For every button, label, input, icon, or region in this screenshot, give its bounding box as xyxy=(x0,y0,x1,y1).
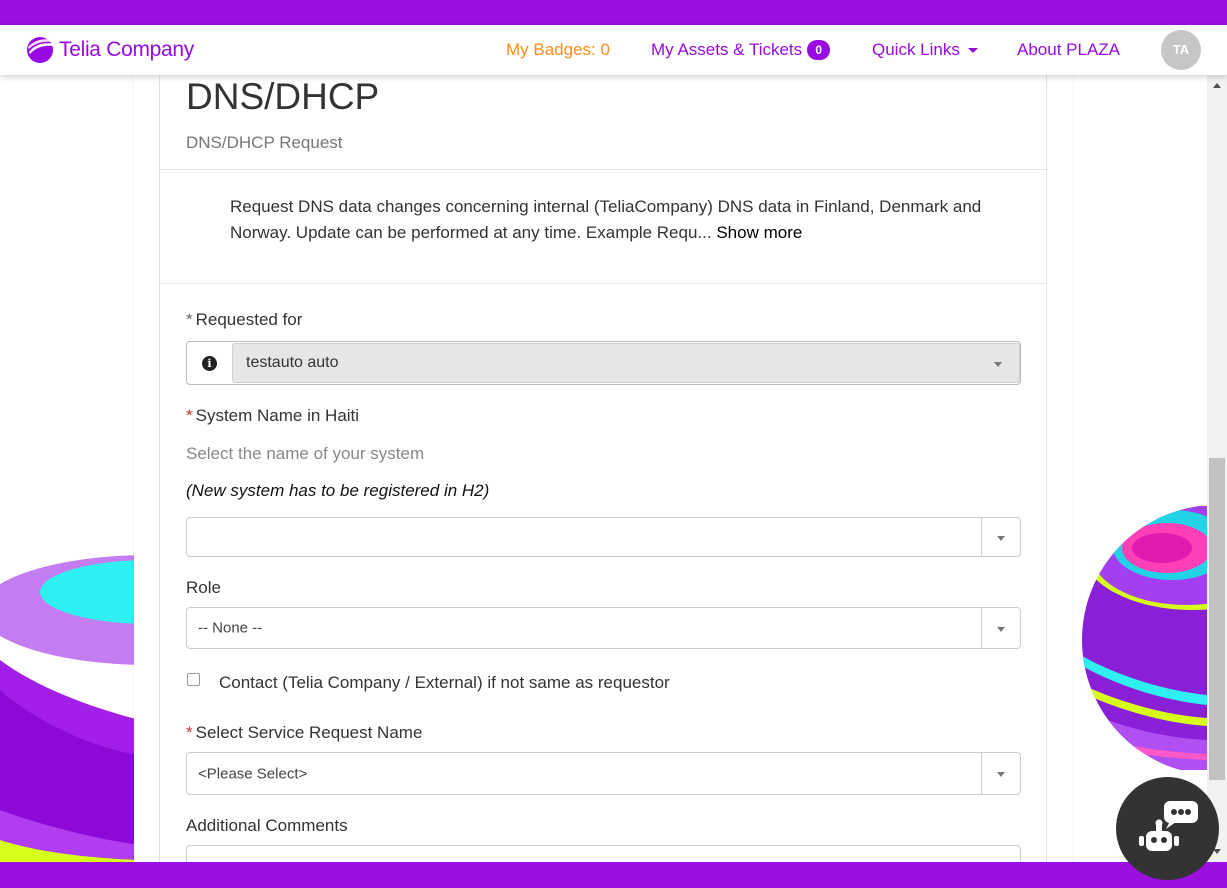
info-circle-icon: i xyxy=(202,355,217,371)
decorative-swirl-left xyxy=(0,540,140,862)
service-request-label: * Select Service Request Name xyxy=(186,723,422,743)
requested-for-value: testauto auto xyxy=(246,354,339,371)
nav-about-label: About PLAZA xyxy=(1017,40,1121,59)
show-more-link[interactable]: Show more xyxy=(716,223,802,242)
brand-name: Telia Company xyxy=(59,38,194,61)
telia-pebble-icon xyxy=(27,37,53,63)
role-select[interactable]: -- None -- xyxy=(186,607,1021,649)
page-subtitle: DNS/DHCP Request xyxy=(186,133,343,152)
triangle-down-icon xyxy=(994,362,1002,367)
user-avatar[interactable]: TA xyxy=(1161,30,1201,70)
system-name-label: * System Name in Haiti xyxy=(186,406,359,426)
bottom-accent-bar xyxy=(0,862,1227,888)
main-content: DNS/DHCP DNS/DHCP Request Request DNS da… xyxy=(134,75,1072,875)
additional-comments-label: Additional Comments xyxy=(186,816,348,835)
nav-about-plaza[interactable]: About PLAZA xyxy=(1017,25,1120,75)
service-request-value: <Please Select> xyxy=(198,765,308,782)
description: Request DNS data changes concerning inte… xyxy=(230,194,990,246)
divider xyxy=(160,283,1046,284)
role-value: -- None -- xyxy=(198,619,263,637)
requested-for-field: i testauto auto xyxy=(186,341,1021,385)
scroll-thumb[interactable] xyxy=(1209,458,1225,780)
system-name-help: Select the name of your system xyxy=(186,444,425,463)
triangle-down-icon xyxy=(997,772,1005,777)
decorative-ball-right xyxy=(1082,505,1207,770)
nav-quick-links[interactable]: Quick Links xyxy=(872,25,978,75)
mandatory-marker: * xyxy=(186,310,193,329)
service-request-label-text: Select Service Request Name xyxy=(195,723,423,742)
system-name-label-text: System Name in Haiti xyxy=(195,406,360,425)
scroll-up-arrow-icon[interactable] xyxy=(1213,83,1221,88)
system-name-note: (New system has to be registered in H2) xyxy=(186,481,490,500)
description-text: Request DNS data changes concerning inte… xyxy=(230,197,982,242)
request-form-card: DNS/DHCP DNS/DHCP Request Request DNS da… xyxy=(159,75,1047,875)
header: Telia Company My Badges: 0 My Assets & T… xyxy=(0,25,1227,75)
select-divider xyxy=(981,608,982,648)
nav-quick-links-label: Quick Links xyxy=(872,40,960,59)
page-scrollbar[interactable] xyxy=(1207,75,1227,862)
telia-logo[interactable]: Telia Company xyxy=(25,34,194,66)
requested-for-select[interactable]: testauto auto xyxy=(232,343,1020,383)
page-title: DNS/DHCP xyxy=(186,76,380,117)
nav-my-assets-label: My Assets & Tickets xyxy=(651,40,803,59)
mandatory-marker: * xyxy=(186,406,193,425)
requested-for-info-button[interactable]: i xyxy=(187,342,232,384)
contact-checkbox-label[interactable]: Contact (Telia Company / External) if no… xyxy=(219,673,670,693)
chatbot-robot-icon xyxy=(1139,801,1198,851)
contact-checkbox[interactable] xyxy=(187,673,200,686)
triangle-down-icon xyxy=(997,627,1005,632)
requested-for-label: * Requested for xyxy=(186,310,302,330)
divider xyxy=(160,169,1046,170)
select-divider xyxy=(981,753,982,794)
requested-for-label-text: Requested for xyxy=(195,310,303,329)
nav-my-assets-tickets[interactable]: My Assets & Tickets 0 xyxy=(651,25,831,75)
nav-my-badges[interactable]: My Badges: 0 xyxy=(506,25,610,75)
chatbot-button[interactable] xyxy=(1116,777,1219,880)
service-request-select[interactable]: <Please Select> xyxy=(186,752,1021,795)
nav-my-badges-label: My Badges: 0 xyxy=(506,40,610,59)
caret-down-icon xyxy=(967,47,978,53)
top-accent-bar xyxy=(0,0,1227,25)
assets-count-badge: 0 xyxy=(807,40,831,60)
system-name-select[interactable] xyxy=(186,517,1021,557)
mandatory-marker: * xyxy=(186,723,193,742)
triangle-down-icon xyxy=(997,536,1005,541)
select-divider xyxy=(981,518,982,556)
role-label: Role xyxy=(186,578,221,597)
